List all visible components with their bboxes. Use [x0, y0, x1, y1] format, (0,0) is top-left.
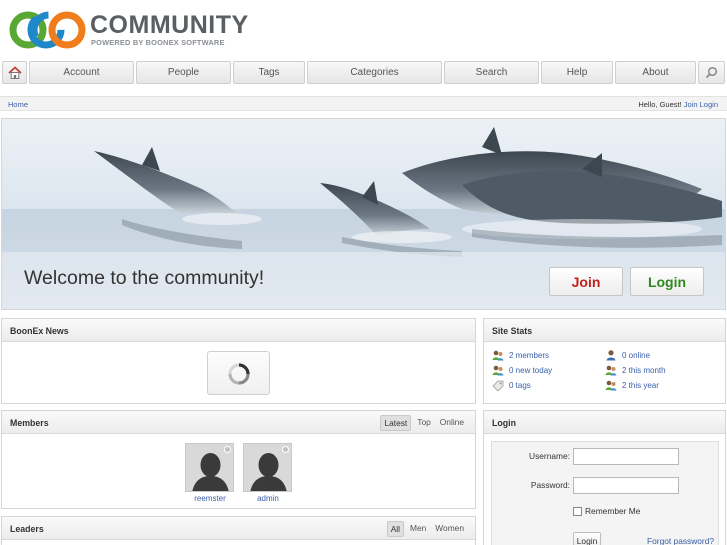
members-box: Members Latest Top Online reemster admin [1, 410, 476, 509]
login-submit-button[interactable]: Login [573, 532, 601, 545]
nav-search-button[interactable] [698, 61, 725, 84]
avatar[interactable] [185, 443, 234, 492]
tab-all[interactable]: All [386, 521, 404, 537]
tag-icon [492, 380, 504, 391]
loading-panel [207, 351, 270, 395]
login-header: Login [484, 411, 725, 434]
leaders-box: Leaders All Men Women [1, 516, 476, 545]
nav-item-label: Account [63, 67, 100, 78]
logo-name: COMMUNITY [90, 11, 249, 39]
nav-item-tags[interactable]: Tags [233, 61, 305, 84]
hero-join-button[interactable]: Join [549, 267, 623, 296]
stat-new-today[interactable]: 0 new today [492, 364, 552, 376]
member-name[interactable]: reemster [185, 494, 235, 503]
nav-item-account[interactable]: Account [29, 61, 134, 84]
logo-rings-icon [9, 11, 86, 49]
tab-online[interactable]: Online [437, 415, 467, 431]
members-title: Members [10, 418, 49, 428]
breadcrumb-home-link[interactable]: Home [8, 100, 28, 109]
breadcrumb: Home Hello, Guest! Join Login [0, 96, 727, 111]
nav-item-label: Search [475, 67, 508, 78]
leaders-tabs: All Men Women [386, 521, 467, 537]
remember-me-label: Remember Me [585, 506, 641, 516]
greeting-text: Hello, Guest! [638, 100, 682, 109]
tab-men[interactable]: Men [407, 521, 429, 537]
nav-item-categories[interactable]: Categories [307, 61, 442, 84]
forgot-password-link[interactable]: Forgot password? [647, 536, 714, 545]
username-label: Username: [529, 451, 570, 461]
member-name[interactable]: admin [243, 494, 293, 503]
stat-this-month[interactable]: 2 this month [605, 364, 666, 376]
new-members-icon [492, 365, 504, 376]
nav-home-button[interactable] [2, 61, 27, 84]
site-stats-box: Site Stats 2 members 0 new today 0 tags … [483, 318, 726, 404]
site-stats-title: Site Stats [492, 326, 533, 336]
month-members-icon [605, 365, 617, 376]
member-card[interactable]: reemster [185, 443, 235, 503]
hero-banner: Welcome to the community! Join Login [1, 118, 726, 310]
greeting: Hello, Guest! Join Login [638, 100, 718, 109]
news-title: BoonEx News [10, 326, 69, 336]
online-user-icon [606, 350, 616, 361]
username-field[interactable] [573, 448, 679, 465]
password-field[interactable] [573, 477, 679, 494]
year-members-icon [605, 380, 617, 391]
members-header: Members Latest Top Online [2, 411, 475, 434]
members-icon [492, 350, 504, 361]
nav-item-label: Help [566, 67, 588, 78]
members-tabs: Latest Top Online [380, 415, 467, 431]
login-title: Login [492, 418, 516, 428]
stat-label: 0 new today [509, 365, 553, 375]
loading-spinner-icon [228, 363, 250, 385]
nav-item-label: People [167, 67, 200, 78]
hero-title: Welcome to the community! [24, 267, 265, 289]
nav-item-help[interactable]: Help [541, 61, 613, 84]
tab-top[interactable]: Top [414, 415, 434, 431]
leaders-header: Leaders All Men Women [2, 517, 475, 540]
tab-women[interactable]: Women [432, 521, 467, 537]
stat-label: 2 this month [622, 365, 666, 375]
news-box: BoonEx News [1, 318, 476, 404]
news-header: BoonEx News [2, 319, 475, 342]
login-form: Username: Password: Remember Me Login Fo… [491, 441, 719, 545]
stat-label: 2 this year [622, 380, 659, 390]
nav-item-label: Categories [350, 67, 399, 78]
login-box: Login Username: Password: Remember Me Lo… [483, 410, 726, 545]
stat-online[interactable]: 0 online [605, 349, 650, 361]
leaders-title: Leaders [10, 524, 44, 534]
stat-this-year[interactable]: 2 this year [605, 379, 659, 391]
tab-latest[interactable]: Latest [380, 415, 412, 431]
stat-members[interactable]: 2 members [492, 349, 549, 361]
stat-label: 2 members [509, 350, 550, 360]
online-status-dot [282, 446, 289, 453]
member-card[interactable]: admin [243, 443, 293, 503]
site-logo[interactable]: COMMUNITY POWERED BY BOONEX SOFTWARE [9, 9, 248, 51]
remember-me-checkbox[interactable] [573, 506, 582, 516]
hero-login-button[interactable]: Login [630, 267, 704, 296]
nav-item-about[interactable]: About [615, 61, 696, 84]
site-stats-header: Site Stats [484, 319, 725, 342]
online-status-dot [224, 446, 231, 453]
avatar[interactable] [243, 443, 292, 492]
join-link[interactable]: Join [684, 100, 698, 109]
login-link[interactable]: Login [700, 100, 718, 109]
remember-me-row: Remember Me [573, 506, 640, 516]
nav-item-search[interactable]: Search [444, 61, 539, 84]
nav-item-label: Tags [258, 67, 280, 78]
stat-tags[interactable]: 0 tags [492, 379, 531, 391]
stat-label: 0 online [622, 350, 651, 360]
home-icon [7, 65, 22, 79]
stat-label: 0 tags [509, 380, 531, 390]
logo-tagline: POWERED BY BOONEX SOFTWARE [91, 38, 225, 47]
password-label: Password: [530, 480, 570, 490]
nav-item-label: About [642, 67, 669, 78]
top-navigation: Account People Tags Categories Search He… [0, 59, 727, 85]
nav-item-people[interactable]: People [136, 61, 231, 84]
search-icon [705, 66, 718, 79]
